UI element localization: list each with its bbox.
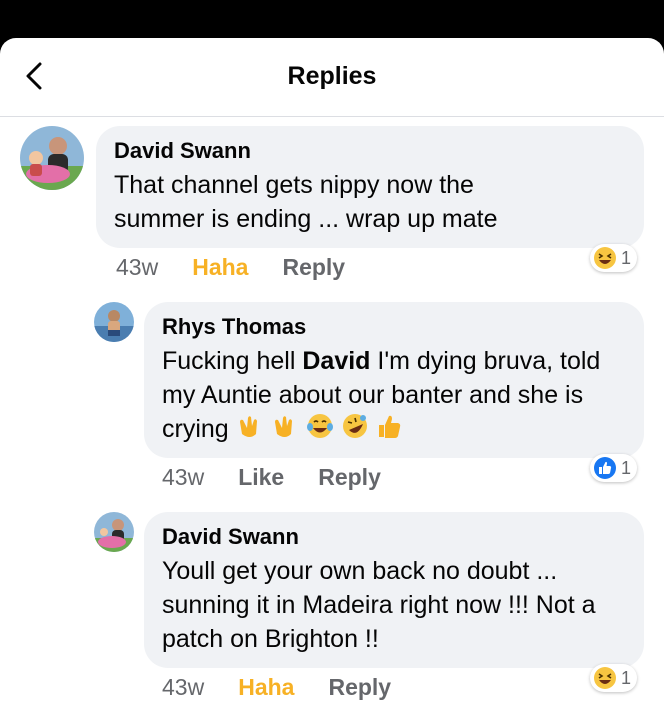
reaction-summary[interactable]: 1 <box>590 454 638 482</box>
comment-author[interactable]: David Swann <box>114 138 626 164</box>
like-icon <box>594 457 616 479</box>
clapping-hands-icon <box>274 416 292 437</box>
clapping-hands-icon <box>239 416 257 437</box>
comment-bubble[interactable]: David Swann Youll get your own back no d… <box>144 512 644 668</box>
avatar[interactable] <box>94 302 134 342</box>
comment-author[interactable]: David Swann <box>162 524 626 550</box>
reply-button[interactable]: Reply <box>318 464 381 491</box>
mention-link[interactable]: David <box>302 347 370 375</box>
comment-actions: 43w Haha Reply <box>116 254 379 281</box>
reaction-count: 1 <box>621 457 632 478</box>
reply-button[interactable]: Reply <box>328 674 391 701</box>
comment-text: Fucking hell David I'm dying bruva, told… <box>162 344 622 449</box>
comment-timestamp: 43w <box>162 464 205 490</box>
tears-of-joy-icon <box>306 414 333 438</box>
emoji-group <box>236 412 404 449</box>
comment-timestamp: 43w <box>162 674 205 700</box>
haha-reaction-button[interactable]: Haha <box>192 254 248 281</box>
comment-timestamp: 43w <box>116 254 159 280</box>
reaction-count: 1 <box>621 247 632 268</box>
comment-actions: 43w Like Reply <box>162 464 415 491</box>
haha-icon <box>594 667 616 689</box>
replies-sheet: Replies David Swann That channel gets ni… <box>0 38 664 720</box>
reaction-count: 1 <box>621 667 632 688</box>
comment-text: Youll get your own back no doubt ... sun… <box>162 557 596 653</box>
comment-actions: 43w Haha Reply <box>162 674 425 701</box>
comment-text: That channel gets nippy now the summer i… <box>114 171 498 233</box>
comment-bubble[interactable]: Rhys Thomas Fucking hell David I'm dying… <box>144 302 644 458</box>
haha-reaction-button[interactable]: Haha <box>238 674 294 701</box>
comment-text-start: Fucking hell <box>162 347 303 375</box>
thumbs-up-icon <box>379 415 401 438</box>
comment-author[interactable]: Rhys Thomas <box>162 314 626 340</box>
reaction-summary[interactable]: 1 <box>590 244 638 272</box>
rolling-laughing-icon <box>342 414 367 438</box>
reaction-summary[interactable]: 1 <box>590 664 638 692</box>
haha-icon <box>594 247 616 269</box>
avatar[interactable] <box>94 512 134 552</box>
reply-button[interactable]: Reply <box>282 254 345 281</box>
comment-bubble[interactable]: David Swann That channel gets nippy now … <box>96 126 644 248</box>
like-button[interactable]: Like <box>238 464 284 491</box>
avatar[interactable] <box>20 126 84 190</box>
page-title: Replies <box>287 62 377 90</box>
header: Replies <box>0 38 664 117</box>
